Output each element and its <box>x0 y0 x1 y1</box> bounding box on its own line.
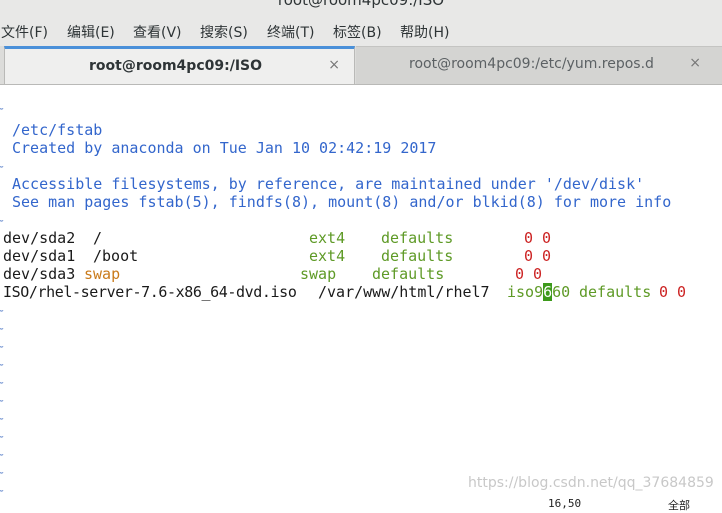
tilde-marker: ~ <box>0 214 4 227</box>
fstab-row-type: ext4 <box>309 229 346 247</box>
tilde-marker: ~ <box>0 376 4 389</box>
fstab-row-opts: defaults <box>381 229 454 247</box>
tilde-marker: ~ <box>0 484 4 497</box>
fstab-row-type: iso9660 <box>507 283 570 301</box>
close-icon[interactable]: × <box>328 57 340 73</box>
fstab-row-dev: ISO/rhel-server-7.6-x86_64-dvd.iso <box>3 283 297 301</box>
scroll-status: 全部 <box>668 499 690 512</box>
tilde-marker: ~ <box>0 304 4 317</box>
window-titlebar: root@room4pc09:/ISO <box>0 0 722 18</box>
menu-search[interactable]: 搜索(S) <box>200 22 248 42</box>
tilde-marker: ~ <box>0 412 4 425</box>
tilde-marker: ~ <box>0 448 4 461</box>
tilde-marker: ~ <box>0 160 4 173</box>
tilde-marker: ~ <box>0 430 4 443</box>
fstab-row-mount: / <box>93 229 103 247</box>
tab-bar: root@room4pc09:/ISO × root@room4pc09:/et… <box>0 46 722 85</box>
fstab-row-nums: 0 0 <box>659 283 687 301</box>
fstab-row-nums: 0 0 <box>524 247 552 265</box>
menu-edit[interactable]: 编辑(E) <box>67 22 115 42</box>
fstab-row-type: ext4 <box>309 247 346 265</box>
comment-line-created: Created by anaconda on Tue Jan 10 02:42:… <box>12 139 437 157</box>
tab-yum-repos[interactable]: root@room4pc09:/etc/yum.repos.d × <box>356 46 722 84</box>
tilde-marker: ~ <box>0 340 4 353</box>
menu-file[interactable]: 文件(F) <box>1 22 48 42</box>
fstab-row-opts: defaults <box>381 247 454 265</box>
fstab-row-mount: /boot <box>93 247 139 265</box>
menu-tabs[interactable]: 标签(B) <box>333 22 382 42</box>
tab-iso-label: root@room4pc09:/ISO <box>89 58 263 74</box>
tab-yum-repos-label: root@room4pc09:/etc/yum.repos.d <box>409 56 654 72</box>
text-cursor: 6 <box>543 283 553 301</box>
fstab-row-dev: dev/sda2 <box>3 229 76 247</box>
fstab-row-opts: defaults <box>579 283 652 301</box>
tilde-marker: ~ <box>0 102 4 115</box>
tab-iso[interactable]: root@room4pc09:/ISO × <box>4 46 355 84</box>
menu-help[interactable]: 帮助(H) <box>400 22 449 42</box>
watermark: https://blog.csdn.net/qq_37684859 <box>468 475 714 491</box>
fstab-row-nums: 0 0 <box>524 229 552 247</box>
tilde-marker: ~ <box>0 322 4 335</box>
fstab-row-dev: dev/sda3 <box>3 265 76 283</box>
fstab-row-type: swap <box>300 265 337 283</box>
tilde-marker: ~ <box>0 358 4 371</box>
menu-view[interactable]: 查看(V) <box>133 22 182 42</box>
comment-line-manpages: See man pages fstab(5), findfs(8), mount… <box>12 193 672 211</box>
comment-line-fstab: /etc/fstab <box>12 121 103 139</box>
fstab-row-mount: /var/www/html/rhel7 <box>318 283 490 301</box>
tilde-marker: ~ <box>0 394 4 407</box>
menu-bar: 文件(F) 编辑(E) 查看(V) 搜索(S) 终端(T) 标签(B) 帮助(H… <box>0 18 722 46</box>
close-icon[interactable]: × <box>689 55 701 71</box>
comment-line-accessible: Accessible filesystems, by reference, ar… <box>12 175 645 193</box>
terminal-editor[interactable]: ~ /etc/fstab Created by anaconda on Tue … <box>0 85 722 503</box>
fstab-row-dev: dev/sda1 <box>3 247 76 265</box>
fstab-row-opts: defaults <box>372 265 445 283</box>
fstab-row-nums: 0 0 <box>515 265 543 283</box>
fstab-type-part: iso9 <box>507 283 544 301</box>
menu-terminal[interactable]: 终端(T) <box>267 22 314 42</box>
tilde-marker: ~ <box>0 466 4 479</box>
window-title: root@room4pc09:/ISO <box>277 0 445 9</box>
fstab-row-mount: swap <box>84 265 121 283</box>
fstab-type-part: 60 <box>552 283 571 301</box>
cursor-position: 16,50 <box>548 497 582 510</box>
